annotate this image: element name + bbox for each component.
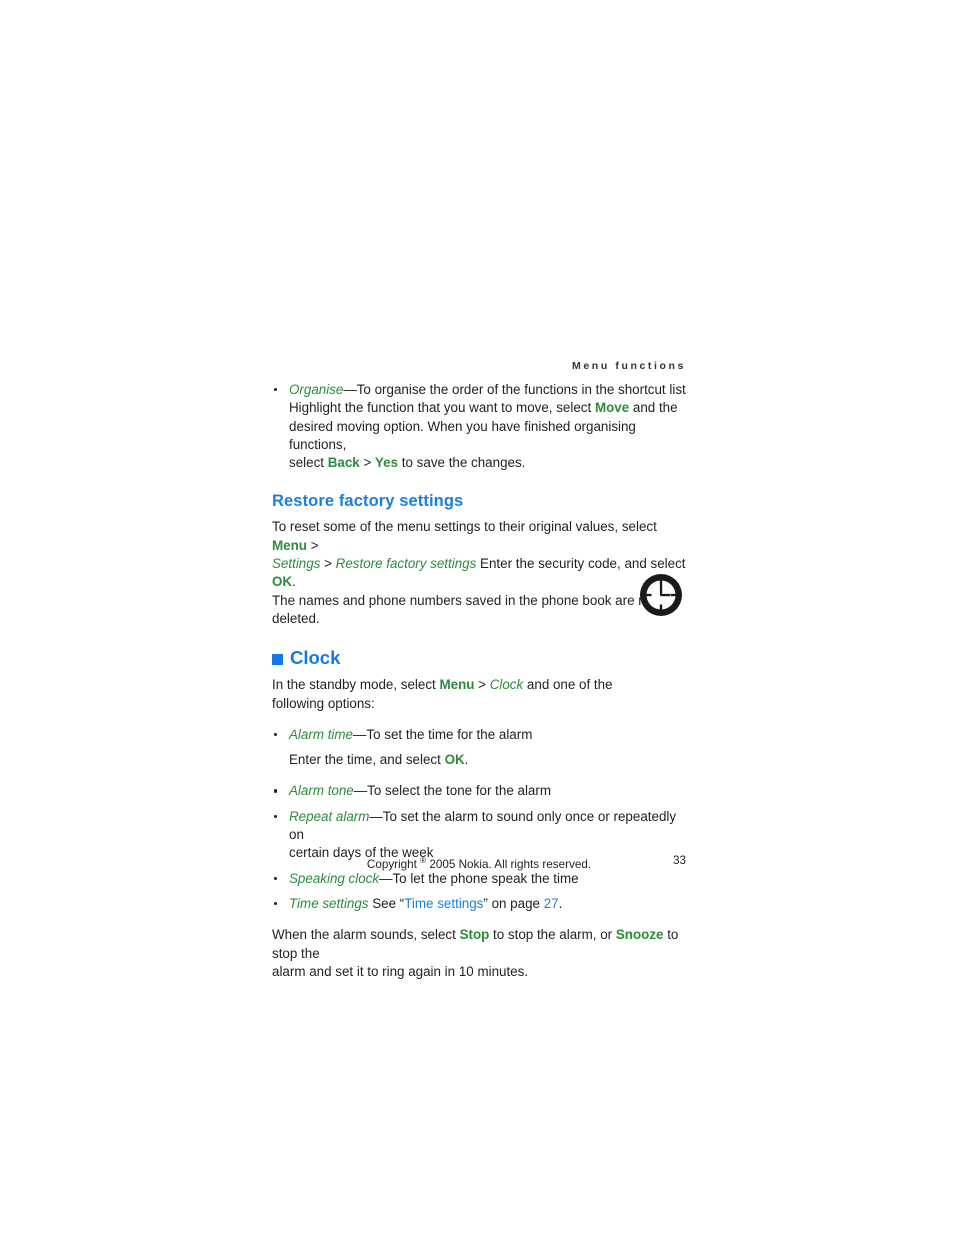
copyright-text-pre: Copyright: [366, 857, 421, 871]
closing-text-b: to stop the alarm, or: [489, 927, 616, 943]
copyright-text-post: 2005 Nokia. All rights reserved.: [426, 857, 592, 871]
section-heading-clock: Clock: [272, 647, 686, 669]
organise-detail-line-1: Highlight the function that you want to …: [272, 399, 686, 417]
keyword-move: Move: [594, 400, 630, 416]
list-item: Alarm tone—To select the tone for the al…: [272, 782, 686, 800]
square-bullet-icon: [272, 653, 283, 665]
list-item: Time settings See “Time settings” on pag…: [272, 895, 686, 913]
alarm-closing-line-1: When the alarm sounds, select Stop to st…: [272, 926, 686, 963]
alarm-time-text-a: Enter the time, and select: [289, 752, 445, 768]
term-repeat-alarm: Repeat alarm: [289, 808, 370, 824]
list-item: Repeat alarm—To set the alarm to sound o…: [272, 808, 686, 845]
clock-heading-label: Clock: [290, 647, 341, 669]
running-header: Menu functions: [572, 360, 686, 372]
clock-intro-text-b: and one of the: [523, 677, 613, 693]
clock-intro-text-a: In the standby mode, select: [272, 677, 440, 693]
keyword-stop: Stop: [459, 927, 490, 943]
bullet-dot: [274, 732, 278, 737]
path-clock: Clock: [489, 677, 524, 693]
organise-text-c: select: [289, 455, 328, 471]
bullet-dot: [274, 388, 278, 392]
clock-intro-line-2: following options:: [272, 695, 375, 711]
page-footer: Copyright ® 2005 Nokia. All rights reser…: [272, 853, 686, 873]
keyword-snooze: Snooze: [615, 927, 664, 943]
path-restore-factory-settings: Restore factory settings: [335, 556, 477, 572]
cross-reference-link-time-settings[interactable]: Time settings: [404, 896, 483, 911]
bullet-dot: [274, 876, 278, 881]
restore-text-b: Enter the security code, and select: [476, 556, 686, 572]
time-settings-text-b: ” on page: [483, 895, 544, 911]
restore-text-a: To reset some of the menu settings to th…: [272, 519, 657, 535]
alarm-time-description: —To set the time for the alarm: [353, 726, 533, 742]
document-page: Menu functions Organise—To organise the …: [0, 0, 954, 1235]
path-separator: >: [306, 537, 319, 553]
keyword-ok: OK: [272, 574, 293, 590]
organise-text-d: to save the changes.: [398, 455, 526, 471]
organise-detail-line-3: select Back > Yes to save the changes.: [272, 454, 686, 472]
section-heading-restore-factory-settings: Restore factory settings: [272, 492, 464, 511]
clock-icon: [639, 573, 683, 617]
keyword-yes: Yes: [374, 455, 399, 471]
cross-reference-page-link[interactable]: 27: [544, 896, 559, 911]
path-separator: >: [320, 556, 336, 572]
organise-detail-line-2: desired moving option. When you have fin…: [289, 418, 636, 452]
term-alarm-tone: Alarm tone: [289, 783, 354, 799]
keyword-ok: OK: [444, 752, 465, 768]
term-speaking-clock: Speaking clock: [289, 870, 380, 886]
alarm-time-detail: Enter the time, and select OK.: [272, 751, 686, 769]
list-item: Organise—To organise the order of the fu…: [272, 381, 686, 399]
alarm-closing-line-2: alarm and set it to ring again in 10 min…: [272, 963, 529, 979]
text-column: Organise—To organise the order of the fu…: [272, 381, 686, 981]
alarm-time-text-b: .: [464, 752, 469, 768]
alarm-tone-description: —To select the tone for the alarm: [353, 783, 551, 799]
organise-description: —To organise the order of the functions …: [343, 382, 686, 397]
term-alarm-time: Alarm time: [289, 726, 353, 742]
keyword-menu: Menu: [439, 677, 475, 693]
keyword-back: Back: [327, 455, 360, 471]
bullet-dot: [274, 789, 278, 793]
time-settings-text-c: .: [558, 895, 563, 911]
restore-paragraph-line-3: The names and phone numbers saved in the…: [272, 592, 657, 626]
time-settings-text-a: See “: [368, 895, 405, 911]
speaking-clock-description: —To let the phone speak the time: [379, 870, 579, 886]
copyright-notice: Copyright ® 2005 Nokia. All rights reser…: [272, 853, 686, 873]
restore-text-c: .: [292, 574, 296, 590]
bullet-dot: [274, 814, 278, 819]
clock-intro-line-1: In the standby mode, select Menu > Clock…: [272, 676, 686, 694]
term-time-settings: Time settings: [289, 895, 369, 911]
organise-text-a: Highlight the function that you want to …: [289, 400, 595, 416]
keyword-menu: Menu: [272, 537, 307, 553]
closing-text-a: When the alarm sounds, select: [272, 927, 460, 943]
organise-text-b: and the: [629, 400, 678, 416]
term-organise: Organise: [289, 382, 344, 397]
list-item: Alarm time—To set the time for the alarm: [272, 726, 686, 744]
path-settings: Settings: [272, 556, 321, 572]
path-separator: >: [474, 677, 490, 693]
bullet-dot: [274, 901, 278, 906]
restore-paragraph-line-1: To reset some of the menu settings to th…: [272, 518, 686, 555]
restore-paragraph-line-2: Settings > Restore factory settings Ente…: [272, 555, 686, 592]
path-separator: >: [359, 455, 375, 471]
page-number: 33: [672, 854, 686, 867]
